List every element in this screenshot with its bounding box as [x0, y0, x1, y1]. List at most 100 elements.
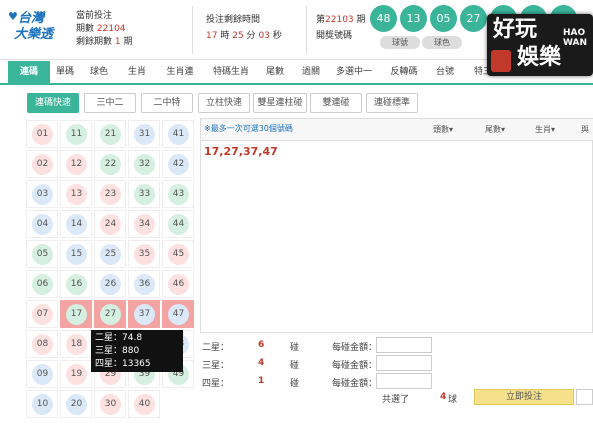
number-cell-36[interactable]: 36 — [128, 270, 160, 298]
number-ball: 01 — [32, 124, 53, 145]
subtab-erzhongte[interactable]: 二中特 — [141, 93, 193, 113]
number-cell-06[interactable]: 06 — [26, 270, 58, 298]
number-cell-17[interactable]: 17 — [60, 300, 92, 328]
number-cell-20[interactable]: 20 — [60, 390, 92, 418]
timer-hour-unit: 時 — [220, 31, 230, 41]
number-cell-21[interactable]: 21 — [94, 120, 126, 148]
draw-ball: 13 — [400, 5, 427, 32]
subtab-fast[interactable]: 連碼快速 — [27, 93, 79, 113]
filter-zodiac[interactable]: 生肖▾ — [535, 124, 555, 135]
number-cell-01[interactable]: 01 — [26, 120, 58, 148]
filter-more[interactable]: 與 — [581, 124, 589, 135]
number-cell-18[interactable]: 18 — [60, 330, 92, 358]
number-cell-30[interactable]: 30 — [94, 390, 126, 418]
number-cell-05[interactable]: 05 — [26, 240, 58, 268]
number-ball: 34 — [134, 214, 155, 235]
remaining-value: 1 — [114, 37, 121, 47]
number-ball: 47 — [168, 304, 189, 325]
total-unit: 球 — [448, 395, 458, 405]
number-ball: 11 — [66, 124, 87, 145]
amount-input-2star[interactable] — [376, 337, 432, 353]
number-cell-41[interactable]: 41 — [162, 120, 194, 148]
timer-values: 17 時 25 分 03 秒 — [206, 28, 282, 44]
tab-weishu[interactable]: 尾數 — [260, 61, 290, 83]
timer-hours: 17 — [206, 31, 218, 41]
subtab-standard[interactable]: 連碰標準 — [366, 93, 418, 113]
subtab-sanzhonger[interactable]: 三中二 — [84, 93, 136, 113]
number-cell-15[interactable]: 15 — [60, 240, 92, 268]
badge-small2: WAN — [563, 38, 588, 48]
number-cell-42[interactable]: 42 — [162, 150, 194, 178]
amount-input-4star[interactable] — [376, 373, 432, 389]
number-cell-43[interactable]: 43 — [162, 180, 194, 208]
tab-qiuse[interactable]: 球色 — [84, 61, 114, 83]
draw-info: 第22103 期 開獎號碼 — [316, 12, 366, 44]
number-cell-14[interactable]: 14 — [60, 210, 92, 238]
number-cell-16[interactable]: 16 — [60, 270, 92, 298]
tab-temashengxiao[interactable]: 特碼生肖 — [206, 61, 256, 83]
ball-number-toggle[interactable]: 球號 — [380, 36, 420, 49]
site-logo[interactable]: ♥ 台灣 大樂透 — [8, 10, 64, 46]
subtab-shuangxing[interactable]: 雙星連柱碰 — [253, 93, 307, 113]
number-cell-11[interactable]: 11 — [60, 120, 92, 148]
tab-danma[interactable]: 單碼 — [50, 61, 80, 83]
number-ball: 08 — [32, 334, 53, 355]
card-icon — [491, 50, 511, 72]
filter-head-count[interactable]: 頭數▾ — [433, 124, 453, 135]
number-cell-35[interactable]: 35 — [128, 240, 160, 268]
submit-bet-button[interactable]: 立即投注 — [474, 389, 574, 405]
tab-duoxuanzhongyi[interactable]: 多選中一 — [332, 61, 376, 83]
tab-shengxiao[interactable]: 生肖 — [122, 61, 152, 83]
number-cell-08[interactable]: 08 — [26, 330, 58, 358]
row-count: 4 — [258, 358, 265, 368]
row-unit: 碰 — [290, 361, 300, 371]
total-label: 共選了 — [382, 395, 410, 405]
number-cell-31[interactable]: 31 — [128, 120, 160, 148]
number-ball: 41 — [168, 124, 189, 145]
number-cell-10[interactable]: 10 — [26, 390, 58, 418]
tab-shengxiaolian[interactable]: 生肖連 — [160, 61, 200, 83]
badge-text1: 好玩 — [493, 17, 538, 42]
filter-tail[interactable]: 尾數▾ — [485, 124, 505, 135]
draw-period: 22103 — [325, 15, 354, 25]
subtab-shuanglian[interactable]: 雙連碰 — [310, 93, 362, 113]
amount-input-3star[interactable] — [376, 355, 432, 371]
number-cell-02[interactable]: 02 — [26, 150, 58, 178]
number-cell-32[interactable]: 32 — [128, 150, 160, 178]
row-label: 四星： — [202, 379, 230, 389]
number-ball: 23 — [100, 184, 121, 205]
number-cell-07[interactable]: 07 — [26, 300, 58, 328]
number-cell-19[interactable]: 19 — [60, 360, 92, 388]
number-cell-45[interactable]: 45 — [162, 240, 194, 268]
number-ball: 03 — [32, 184, 53, 205]
number-cell-34[interactable]: 34 — [128, 210, 160, 238]
timer-second-unit: 秒 — [272, 31, 282, 41]
secondary-button[interactable] — [576, 389, 593, 405]
number-cell-23[interactable]: 23 — [94, 180, 126, 208]
number-cell-46[interactable]: 46 — [162, 270, 194, 298]
subtab-lizhu[interactable]: 立柱快速 — [198, 93, 250, 113]
number-cell-25[interactable]: 25 — [94, 240, 126, 268]
number-cell-44[interactable]: 44 — [162, 210, 194, 238]
tooltip-line: 二星：74.8 — [95, 333, 143, 343]
number-cell-40[interactable]: 40 — [128, 390, 160, 418]
number-ball: 32 — [134, 154, 155, 175]
tab-lianma[interactable]: 連碼 — [8, 61, 50, 83]
remaining-row: 剩餘期數 1 期 — [76, 36, 133, 49]
number-cell-24[interactable]: 24 — [94, 210, 126, 238]
number-cell-12[interactable]: 12 — [60, 150, 92, 178]
number-cell-33[interactable]: 33 — [128, 180, 160, 208]
number-cell-37[interactable]: 37 — [128, 300, 160, 328]
number-cell-13[interactable]: 13 — [60, 180, 92, 208]
number-cell-22[interactable]: 22 — [94, 150, 126, 178]
number-cell-09[interactable]: 09 — [26, 360, 58, 388]
ball-color-toggle[interactable]: 球色 — [422, 36, 462, 49]
number-cell-04[interactable]: 04 — [26, 210, 58, 238]
number-cell-03[interactable]: 03 — [26, 180, 58, 208]
tab-fanzhuanma[interactable]: 反轉碼 — [384, 61, 424, 83]
tab-guoguan[interactable]: 過關 — [296, 61, 326, 83]
tab-taihao[interactable]: 台號 — [430, 61, 460, 83]
number-cell-27[interactable]: 27 — [94, 300, 126, 328]
number-cell-47[interactable]: 47 — [162, 300, 194, 328]
number-cell-26[interactable]: 26 — [94, 270, 126, 298]
